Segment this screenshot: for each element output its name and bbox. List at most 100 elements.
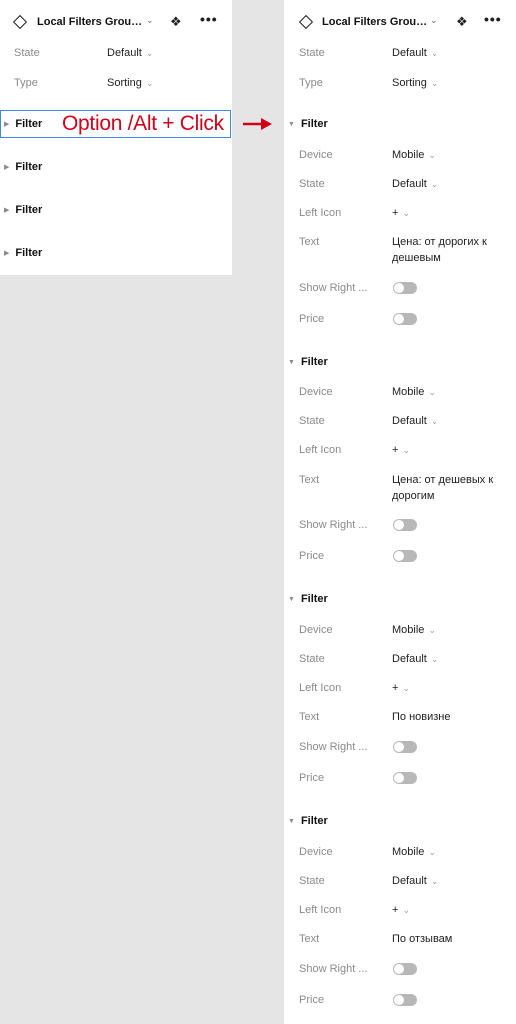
text-label: Text xyxy=(299,236,320,248)
show-right-toggle[interactable] xyxy=(393,519,417,531)
text-value-field[interactable]: По новизне xyxy=(392,709,516,725)
caret-right-icon: ▶ xyxy=(4,121,10,128)
left-properties-panel: Local Filters Grou… ⌄ ❖ ••• State Defaul… xyxy=(0,0,232,275)
filter-header-expanded[interactable]: ▼ Filter xyxy=(288,593,328,605)
type-value: Sorting xyxy=(107,77,142,89)
chevron-down-icon: ⌄ xyxy=(402,905,410,915)
instance-icon[interactable]: ❖ xyxy=(170,14,182,30)
state-value: Default xyxy=(392,415,427,427)
state-value: Default xyxy=(392,653,427,665)
left-icon-picker[interactable]: + ⌄ xyxy=(392,904,410,922)
text-label: Text xyxy=(299,711,320,723)
text-value-field[interactable]: По отзывам xyxy=(392,931,516,947)
filter-header-expanded[interactable]: ▼ Filter xyxy=(288,356,328,368)
left-icon-label: Left Icon xyxy=(299,682,342,694)
device-label: Device xyxy=(299,624,333,636)
arrow-right-icon xyxy=(243,118,272,130)
chevron-down-icon: ⌄ xyxy=(428,387,436,397)
device-dropdown[interactable]: Mobile ⌄ xyxy=(392,386,436,404)
component-title[interactable]: Local Filters Grou… xyxy=(37,16,142,28)
device-dropdown[interactable]: Mobile ⌄ xyxy=(392,846,436,864)
plus-icon: + xyxy=(392,207,399,219)
state-dropdown[interactable]: Default ⌄ xyxy=(392,178,438,196)
filter-label: Filter xyxy=(15,118,43,130)
state-dropdown[interactable]: Default ⌄ xyxy=(107,47,153,59)
text-value-field[interactable]: Цена: от дешевых к дорогим xyxy=(392,472,516,504)
chevron-down-icon: ⌄ xyxy=(430,654,439,664)
toggle-knob xyxy=(394,742,404,752)
price-toggle[interactable] xyxy=(393,772,417,784)
state-dropdown[interactable]: Default ⌄ xyxy=(392,47,438,59)
more-options-icon[interactable]: ••• xyxy=(200,11,218,27)
type-property-row: Type Sorting ⌄ xyxy=(284,77,516,95)
filter-header-expanded[interactable]: ▼ Filter xyxy=(288,815,328,827)
filter-row-collapsed[interactable]: ▶ Filter xyxy=(4,118,42,130)
left-icon-picker[interactable]: + ⌄ xyxy=(392,682,410,700)
show-right-label: Show Right ... xyxy=(299,519,368,531)
text-value-field[interactable]: Цена: от дорогих к дешевым xyxy=(392,234,516,266)
text-label: Text xyxy=(299,933,320,945)
chevron-down-icon[interactable]: ⌄ xyxy=(146,15,154,26)
chevron-down-icon: ⌄ xyxy=(428,150,436,160)
chevron-down-icon: ⌄ xyxy=(145,78,154,88)
left-icon-label: Left Icon xyxy=(299,444,342,456)
filter-row-collapsed[interactable]: ▶ Filter xyxy=(4,161,42,173)
state-dropdown[interactable]: Default ⌄ xyxy=(392,875,438,893)
text-label: Text xyxy=(299,474,320,486)
annotation-text: Option /Alt + Click xyxy=(62,112,224,135)
show-right-toggle[interactable] xyxy=(393,963,417,975)
filter-header-expanded[interactable]: ▼ Filter xyxy=(288,118,328,130)
caret-right-icon: ▶ xyxy=(4,250,10,257)
left-icon-picker[interactable]: + ⌄ xyxy=(392,444,410,462)
chevron-down-icon: ⌄ xyxy=(430,876,439,886)
left-icon-picker[interactable]: + ⌄ xyxy=(392,207,410,225)
component-icon xyxy=(12,14,28,30)
filter-label: Filter xyxy=(300,815,328,827)
state-dropdown[interactable]: Default ⌄ xyxy=(392,415,438,433)
component-icon xyxy=(298,14,314,30)
type-dropdown[interactable]: Sorting ⌄ xyxy=(392,77,438,89)
filter-label: Filter xyxy=(300,356,328,368)
price-toggle[interactable] xyxy=(393,313,417,325)
component-title[interactable]: Local Filters Grou… xyxy=(322,16,427,28)
chevron-down-icon: ⌄ xyxy=(428,847,436,857)
chevron-down-icon: ⌄ xyxy=(402,208,410,218)
state-label: State xyxy=(14,47,40,59)
device-label: Device xyxy=(299,386,333,398)
show-right-toggle[interactable] xyxy=(393,282,417,294)
filter-label: Filter xyxy=(300,118,328,130)
chevron-down-icon: ⌄ xyxy=(402,683,410,693)
show-right-toggle[interactable] xyxy=(393,741,417,753)
filter-label: Filter xyxy=(15,161,43,173)
device-dropdown[interactable]: Mobile ⌄ xyxy=(392,624,436,642)
type-label: Type xyxy=(299,77,323,89)
toggle-knob xyxy=(394,283,404,293)
state-dropdown[interactable]: Default ⌄ xyxy=(392,653,438,671)
device-dropdown[interactable]: Mobile ⌄ xyxy=(392,149,436,167)
device-label: Device xyxy=(299,149,333,161)
right-panel-header: Local Filters Grou… ⌄ ❖ ••• xyxy=(284,0,516,44)
filter-label: Filter xyxy=(15,247,43,259)
left-icon-label: Left Icon xyxy=(299,207,342,219)
toggle-knob xyxy=(394,314,404,324)
more-options-icon[interactable]: ••• xyxy=(484,11,502,27)
toggle-knob xyxy=(394,995,404,1005)
device-value: Mobile xyxy=(392,386,425,398)
filter-row-collapsed[interactable]: ▶ Filter xyxy=(4,247,42,259)
price-toggle[interactable] xyxy=(393,994,417,1006)
chevron-down-icon[interactable]: ⌄ xyxy=(430,15,438,26)
type-dropdown[interactable]: Sorting ⌄ xyxy=(107,77,153,89)
plus-icon: + xyxy=(392,444,399,456)
caret-right-icon: ▶ xyxy=(4,207,10,214)
chevron-down-icon: ⌄ xyxy=(145,48,154,58)
chevron-down-icon: ⌄ xyxy=(430,416,439,426)
caret-down-icon: ▼ xyxy=(288,596,295,603)
state-value: Default xyxy=(107,47,142,59)
price-toggle[interactable] xyxy=(393,550,417,562)
price-label: Price xyxy=(299,772,325,784)
instance-icon[interactable]: ❖ xyxy=(456,14,468,30)
state-label: State xyxy=(299,875,325,887)
show-right-label: Show Right ... xyxy=(299,741,368,753)
filter-row-collapsed[interactable]: ▶ Filter xyxy=(4,204,42,216)
state-value: Default xyxy=(392,178,427,190)
